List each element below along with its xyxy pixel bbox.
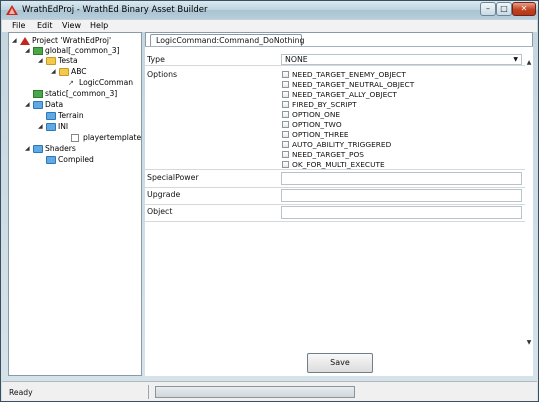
folder-icon xyxy=(46,123,56,131)
object-field[interactable] xyxy=(281,206,522,219)
scroll-down-icon[interactable]: ▼ xyxy=(525,339,533,347)
options-label: Options xyxy=(147,70,178,79)
special-power-label: SpecialPower xyxy=(147,173,199,182)
tree-label: Compiled xyxy=(58,155,94,164)
checkbox-icon[interactable] xyxy=(282,151,289,158)
checkbox-icon[interactable] xyxy=(282,161,289,168)
type-select-value: NONE xyxy=(285,55,308,64)
tree-label: INI xyxy=(58,122,69,131)
tree-label: playertemplate.in xyxy=(83,133,142,142)
tree-label: Project 'WrathEdProj' xyxy=(32,36,112,45)
option-checkbox[interactable]: NEED_TARGET_NEUTRAL_OBJECT xyxy=(282,80,414,89)
expand-icon[interactable]: ◢ xyxy=(25,144,32,154)
type-select[interactable]: NONE ▼ xyxy=(281,54,522,65)
option-checkbox[interactable]: AUTO_ABILITY_TRIGGERED xyxy=(282,140,391,149)
option-label: NEED_TARGET_ALLY_OBJECT xyxy=(292,90,397,99)
folder-icon xyxy=(46,156,56,164)
tree-label: LogicComman xyxy=(79,78,134,87)
vertical-scrollbar[interactable]: ▲ ▼ xyxy=(525,57,533,375)
expand-icon[interactable]: ◢ xyxy=(51,67,58,77)
option-checkbox[interactable]: OPTION_ONE xyxy=(282,110,340,119)
checkbox-icon[interactable] xyxy=(282,141,289,148)
menu-edit[interactable]: Edit xyxy=(37,21,53,30)
status-text: Ready xyxy=(9,388,33,397)
save-button[interactable]: Save xyxy=(307,353,373,373)
upgrade-label: Upgrade xyxy=(147,190,181,199)
expand-icon[interactable]: ◢ xyxy=(25,46,32,56)
expand-icon[interactable]: ◢ xyxy=(12,36,19,46)
checkbox-icon[interactable] xyxy=(282,111,289,118)
tree-label: Terrain xyxy=(58,111,84,120)
option-label: NEED_TARGET_NEUTRAL_OBJECT xyxy=(292,80,415,89)
checkbox-icon[interactable] xyxy=(282,131,289,138)
tree-label: static[_common_3] xyxy=(45,89,118,98)
option-label: OPTION_TWO xyxy=(292,120,342,129)
menu-help[interactable]: Help xyxy=(90,21,108,30)
menu-bar: File Edit View Help xyxy=(2,20,537,32)
status-bar: Ready xyxy=(2,381,537,401)
option-label: OK_FOR_MULTI_EXECUTE xyxy=(292,160,385,169)
property-form: Type NONE ▼ Options NEED_TARGET_ENEMY_OB… xyxy=(145,46,533,376)
folder-icon xyxy=(59,68,69,76)
tab-logic-command[interactable]: LogicCommand:Command_DoNothing xyxy=(150,34,304,46)
title-bar[interactable]: WrathEdProj - WrathEd Binary Asset Build… xyxy=(1,1,538,19)
tree-label: ABC xyxy=(71,67,87,76)
folder-icon xyxy=(46,57,56,65)
checkbox-icon[interactable] xyxy=(282,101,289,108)
expand-icon[interactable]: ◢ xyxy=(38,56,45,66)
type-label: Type xyxy=(147,55,165,64)
tree-label: Testa xyxy=(58,56,78,65)
option-checkbox[interactable]: NEED_TARGET_POS xyxy=(282,150,364,159)
option-label: NEED_TARGET_POS xyxy=(292,150,364,159)
option-checkbox[interactable]: OK_FOR_MULTI_EXECUTE xyxy=(282,160,385,169)
option-checkbox[interactable]: FIRED_BY_SCRIPT xyxy=(282,100,357,109)
asset-group-icon xyxy=(33,90,43,98)
progress-bar xyxy=(155,386,355,398)
close-button[interactable]: ✕ xyxy=(512,2,536,16)
asset-group-icon xyxy=(33,47,43,55)
scroll-up-icon[interactable]: ▲ xyxy=(525,59,533,67)
app-icon xyxy=(6,5,18,15)
window-title: WrathEdProj - WrathEd Binary Asset Build… xyxy=(22,5,208,15)
minimize-button[interactable]: – xyxy=(480,2,496,16)
checkbox-icon[interactable] xyxy=(282,81,289,88)
option-label: OPTION_THREE xyxy=(292,130,349,139)
folder-icon xyxy=(33,101,43,109)
object-row: Object xyxy=(145,205,525,222)
folder-icon xyxy=(46,112,56,120)
option-checkbox[interactable]: OPTION_THREE xyxy=(282,130,349,139)
option-label: OPTION_ONE xyxy=(292,110,341,119)
file-icon xyxy=(71,134,79,142)
checkbox-icon[interactable] xyxy=(282,121,289,128)
menu-file[interactable]: File xyxy=(12,21,25,30)
project-icon xyxy=(20,37,30,45)
object-label: Object xyxy=(147,207,173,216)
special-power-row: SpecialPower xyxy=(145,171,525,188)
app-window: WrathEdProj - WrathEd Binary Asset Build… xyxy=(0,0,539,402)
option-checkbox[interactable]: NEED_TARGET_ALLY_OBJECT xyxy=(282,90,397,99)
checkbox-icon[interactable] xyxy=(282,71,289,78)
expand-icon[interactable]: ◢ xyxy=(38,122,45,132)
option-checkbox[interactable]: NEED_TARGET_ENEMY_OBJECT xyxy=(282,70,406,79)
checkbox-icon[interactable] xyxy=(282,91,289,98)
tree-label: Data xyxy=(45,100,64,109)
project-tree[interactable]: ◢ Project 'WrathEdProj' ◢ global[_common… xyxy=(8,32,142,376)
special-power-field[interactable] xyxy=(281,172,522,185)
maximize-button[interactable]: □ xyxy=(496,2,512,16)
command-icon: ↗ xyxy=(68,79,74,87)
upgrade-row: Upgrade xyxy=(145,188,525,205)
option-checkbox[interactable]: OPTION_TWO xyxy=(282,120,342,129)
option-label: NEED_TARGET_ENEMY_OBJECT xyxy=(292,70,406,79)
option-label: FIRED_BY_SCRIPT xyxy=(292,100,357,109)
menu-view[interactable]: View xyxy=(62,21,81,30)
type-row: Type NONE ▼ xyxy=(145,53,525,66)
upgrade-field[interactable] xyxy=(281,189,522,202)
tree-label: global[_common_3] xyxy=(45,46,120,55)
dropdown-arrow-icon[interactable]: ▼ xyxy=(513,55,518,64)
option-label: AUTO_ABILITY_TRIGGERED xyxy=(292,140,392,149)
folder-icon xyxy=(33,145,43,153)
status-separator xyxy=(148,385,149,399)
expand-icon[interactable]: ◢ xyxy=(25,100,32,110)
tree-label: Shaders xyxy=(45,144,76,153)
